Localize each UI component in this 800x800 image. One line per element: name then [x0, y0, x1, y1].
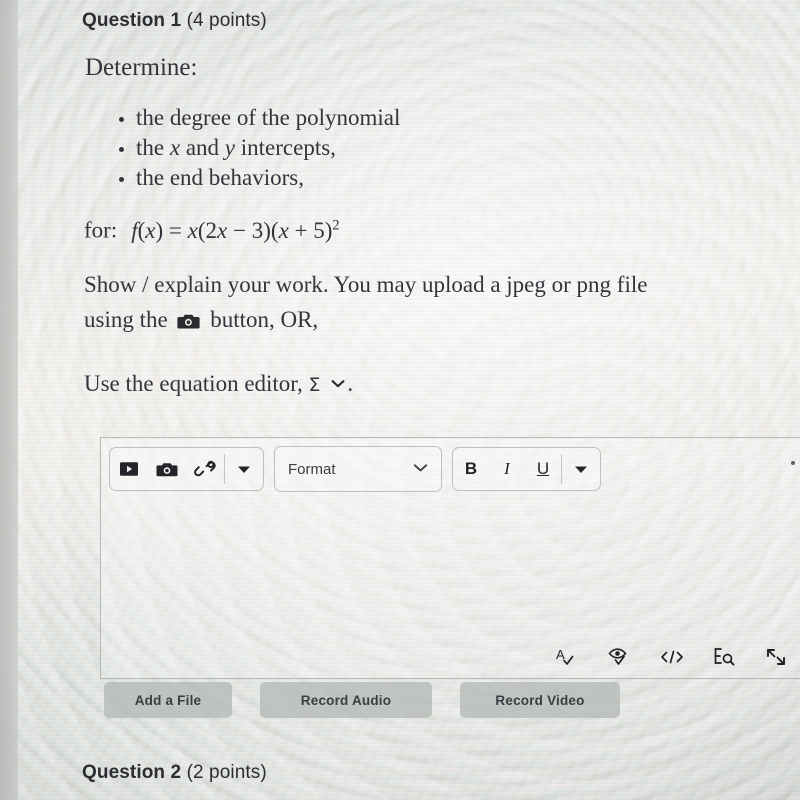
- chevron-down-icon: [413, 460, 428, 478]
- fullscreen-icon[interactable]: [763, 644, 789, 670]
- editor-text-area[interactable]: [101, 498, 800, 632]
- question-2-points: (2 points): [186, 762, 267, 783]
- instructions-line-2-post: button, OR,: [210, 307, 319, 332]
- math-variable-y: y: [224, 135, 236, 160]
- sigma-icon: Σ: [308, 374, 321, 396]
- screen-speck: [791, 461, 795, 465]
- insert-tools-group: [109, 447, 264, 491]
- equation-editor-text: Use the equation editor,: [84, 371, 303, 396]
- eq-power: 2: [332, 217, 340, 233]
- instructions-line-2: using the button, OR,: [84, 302, 798, 340]
- determine-prompt: Determine:: [85, 54, 198, 81]
- question-1-heading: Question 1 (4 points): [82, 10, 267, 32]
- equation-editor-instruction: Use the equation editor, Σ .: [84, 364, 564, 403]
- record-audio-button[interactable]: Record Audio: [260, 682, 432, 718]
- for-label: for:: [84, 217, 118, 243]
- instructions-line-1: Show / explain your work. You may upload…: [84, 272, 648, 297]
- list-item: the x and y intercepts,: [136, 133, 400, 163]
- screenshot-root: Question 1 (4 points) Determine: the deg…: [0, 0, 800, 800]
- editor-toolbar: Format B I U: [109, 446, 601, 492]
- equation: f(x) = x(2x − 3)(x + 5)2: [131, 217, 340, 243]
- chevron-down-icon: [331, 364, 345, 399]
- eq-x1: x: [145, 217, 156, 243]
- question-1-label: Question 1: [82, 10, 182, 31]
- insert-image-icon[interactable]: [148, 449, 186, 489]
- math-variable-x: x: [169, 135, 181, 160]
- camera-icon: [177, 305, 201, 340]
- question-2-label: Question 2: [82, 762, 182, 783]
- record-video-button[interactable]: Record Video: [460, 682, 620, 718]
- function-definition: for: f(x) = x(2x − 3)(x + 5)2: [84, 217, 340, 244]
- eq-x2: x: [187, 217, 198, 243]
- format-dropdown-label: Format: [288, 460, 336, 478]
- instructions-line-2-pre: using the: [84, 307, 168, 332]
- spell-check-icon[interactable]: A: [555, 644, 581, 670]
- bullet-text: the: [136, 135, 170, 160]
- editor-status-bar: A: [555, 644, 789, 670]
- question-2-heading: Question 2 (2 points): [82, 762, 267, 784]
- underline-button[interactable]: U: [525, 449, 561, 489]
- eq-x4: x: [278, 217, 289, 243]
- eq-open2: (2: [197, 217, 218, 243]
- insert-more-chevron-icon[interactable]: [225, 449, 263, 489]
- html-editor-icon[interactable]: [659, 644, 685, 670]
- list-item: the end behaviors,: [136, 163, 400, 193]
- rich-text-editor[interactable]: Format B I U A: [100, 437, 800, 679]
- format-dropdown[interactable]: Format: [274, 446, 442, 492]
- insert-media-icon[interactable]: [110, 449, 148, 489]
- accessibility-check-icon[interactable]: [607, 644, 633, 670]
- eq-x3: x: [217, 217, 228, 243]
- upload-instructions: Show / explain your work. You may upload…: [84, 267, 798, 340]
- italic-button[interactable]: I: [489, 449, 525, 489]
- bullet-text-mid: and: [180, 135, 225, 160]
- attachment-buttons: Add a File Record Audio Record Video: [104, 682, 620, 718]
- requirements-list: the degree of the polynomial the x and y…: [110, 103, 400, 193]
- eq-equals: =: [163, 217, 188, 243]
- question-1-points: (4 points): [186, 10, 267, 31]
- bullet-text-suffix: intercepts,: [235, 135, 336, 160]
- text-style-more-chevron-icon[interactable]: [562, 449, 600, 489]
- eq-minus: − 3)(: [227, 217, 279, 243]
- bold-button[interactable]: B: [453, 449, 489, 489]
- assignment-content: Question 1 (4 points) Determine: the deg…: [0, 0, 800, 800]
- eq-plus: + 5): [288, 217, 333, 243]
- word-count-icon[interactable]: [711, 644, 737, 670]
- list-item: the degree of the polynomial: [136, 103, 400, 133]
- bullet-text: the end behaviors,: [136, 165, 304, 190]
- text-style-group: B I U: [452, 447, 601, 491]
- clipped-text-line: [150, 792, 790, 800]
- equation-editor-period: .: [347, 371, 354, 396]
- bullet-text: the degree of the polynomial: [136, 105, 401, 130]
- add-a-file-button[interactable]: Add a File: [104, 682, 232, 718]
- insert-link-icon[interactable]: [186, 449, 224, 489]
